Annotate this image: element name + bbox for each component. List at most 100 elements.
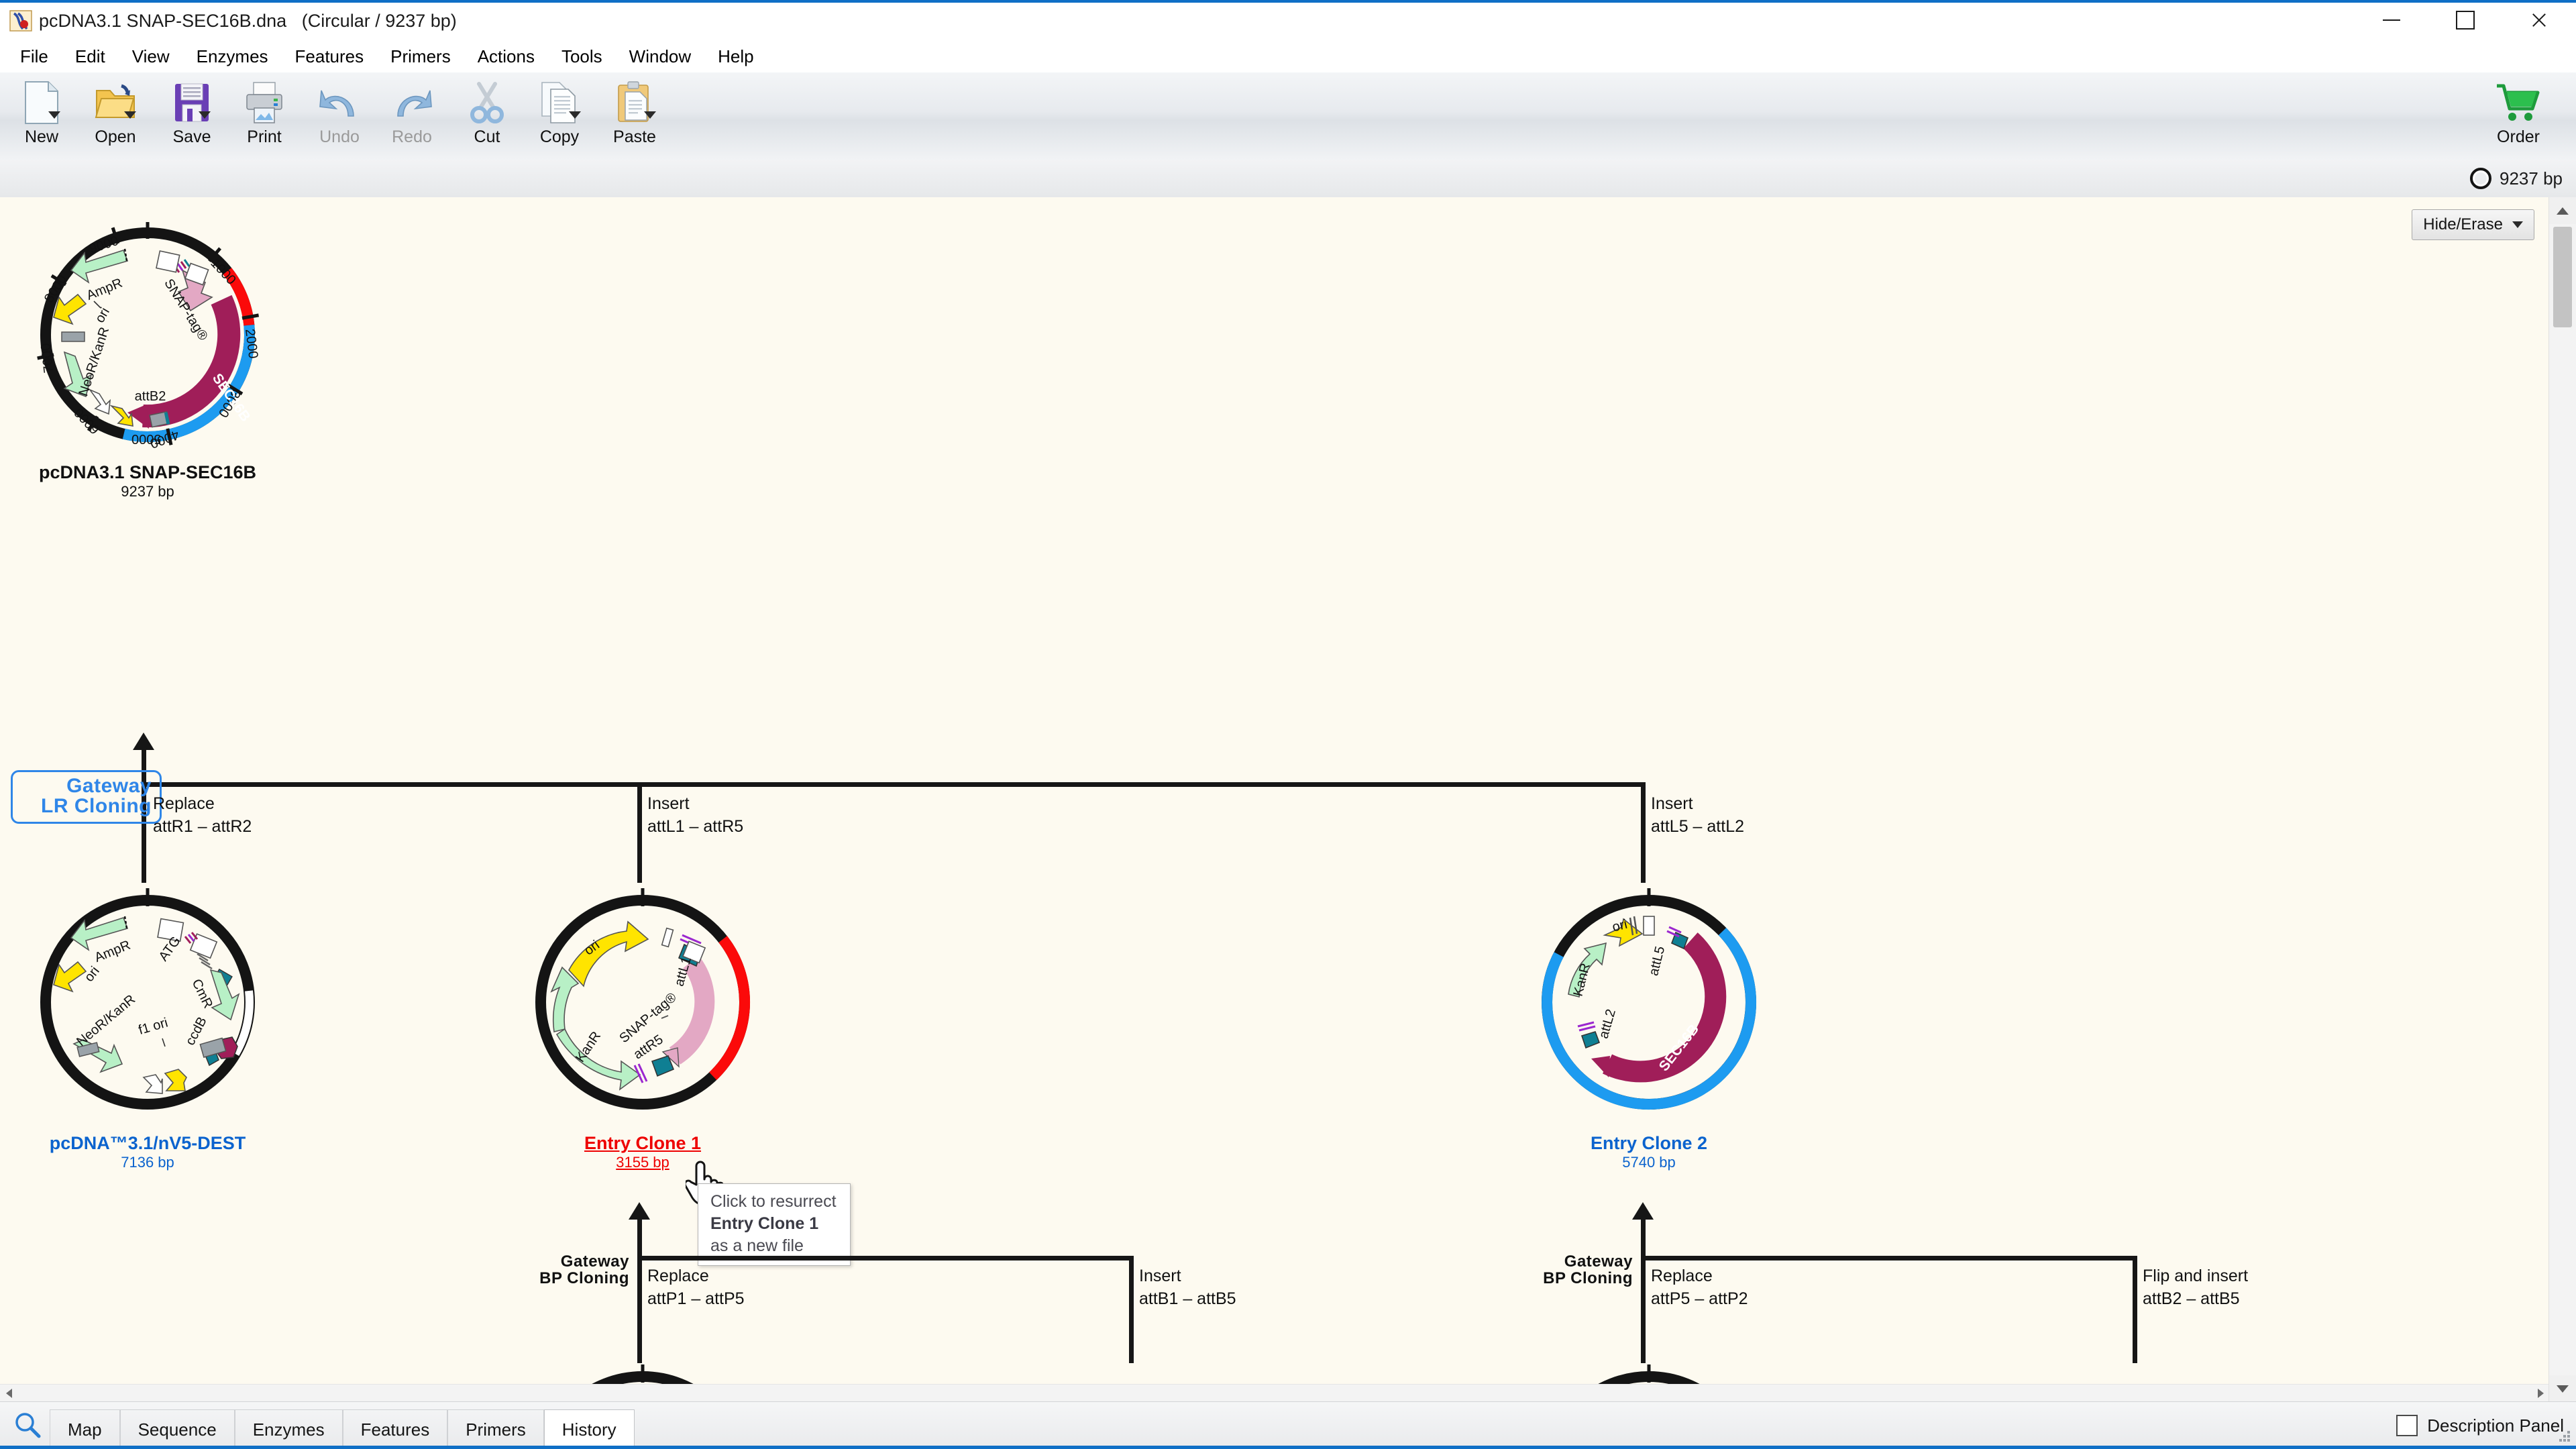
paste-button[interactable]: Paste [598,79,671,153]
cut-label: Cut [474,127,500,146]
order-button[interactable]: Order [2478,79,2559,153]
vertical-scrollbar[interactable] [2548,197,2576,1402]
lr-step-3: Insert attL5 – attL2 [1651,793,1744,839]
undo-button[interactable]: Undo [303,79,376,153]
open-label: Open [95,127,136,146]
bp2-rail-horizontal [1641,1256,2137,1260]
maximize-icon [2456,11,2475,30]
scissors-icon [468,79,506,126]
scroll-right-arrow-icon[interactable] [2532,1385,2549,1402]
tab-enzymes[interactable]: Enzymes [234,1409,343,1449]
bp1-rail-up [637,1218,642,1260]
menu-actions[interactable]: Actions [464,40,548,72]
description-panel-toggle[interactable]: Description Panel [2396,1415,2564,1436]
map-entry-clone-2[interactable]: SEC16B ori KanR attL5 attL2 Entry Clone … [1521,881,1776,1171]
svg-text:attL2: attL2 [1597,1008,1619,1040]
lr-step-1-sites: attR1 – attR2 [153,816,252,836]
menu-primers[interactable]: Primers [377,40,464,72]
paste-dropdown-caret[interactable] [644,111,656,119]
map-bp: 7136 bp [121,1154,174,1171]
open-button[interactable]: Open [79,79,152,153]
tab-sequence[interactable]: Sequence [119,1409,235,1449]
copy-dropdown-caret[interactable] [569,111,581,119]
lr-rail-down-2 [637,782,642,883]
close-button[interactable] [2502,0,2576,40]
lr-step-3-sites: attL5 – attL2 [1651,816,1745,836]
plasmid-circle-entry2: SEC16B ori KanR attL5 attL2 [1542,888,1756,1110]
tab-primers[interactable]: Primers [447,1409,544,1449]
new-dropdown-caret[interactable] [48,111,60,119]
lr-rail-down-3 [1641,782,1646,883]
map-label-entry2: Entry Clone 2 5740 bp [1521,1133,1776,1171]
window-subtitle: (Circular / 9237 bp) [301,11,457,31]
menu-file[interactable]: File [7,40,62,72]
tab-features[interactable]: Features [342,1409,448,1449]
maximize-button[interactable] [2428,0,2502,40]
menu-enzymes[interactable]: Enzymes [183,40,282,72]
minimize-icon [2383,19,2400,21]
close-icon [2530,11,2548,29]
menu-edit[interactable]: Edit [62,40,119,72]
bp2-step-1-sites: attP5 – attP2 [1651,1289,1748,1308]
tab-map[interactable]: Map [50,1409,120,1449]
menu-help[interactable]: Help [704,40,767,72]
redo-label: Redo [392,127,432,146]
map-pcdna31-nv5-dest[interactable]: AmpR ori ATG CmR ccdB f1 ori NeoR/KanR p… [20,881,275,1171]
title-bar: pcDNA3.1 SNAP-SEC16B.dna (Circular / 923… [0,0,2576,41]
menu-view[interactable]: View [119,40,183,72]
scroll-up-arrow-icon[interactable] [2549,197,2576,224]
gateway-lr-line2: LR Cloning [41,795,152,817]
tab-history[interactable]: History [543,1409,635,1449]
magnifier-icon[interactable] [9,1407,46,1444]
save-button[interactable]: Save [156,79,228,153]
scroll-left-arrow-icon[interactable] [0,1385,17,1402]
bp1-step-2: Insert attB1 – attB5 [1139,1265,1236,1311]
map-bp: 5740 bp [1622,1154,1676,1171]
minimize-button[interactable] [2355,0,2428,40]
menu-tools[interactable]: Tools [548,40,616,72]
bp1-arrow-up [629,1202,650,1220]
menu-bar: File Edit View Enzymes Features Primers … [0,40,2576,72]
lr-rail-horizontal [142,782,1644,787]
window-title: pcDNA3.1 SNAP-SEC16B.dna (Circular / 923… [39,9,457,32]
bp2-step-2-sites: attB2 – attB5 [2143,1289,2240,1308]
vertical-scrollbar-thumb[interactable] [2553,227,2572,327]
open-dropdown-caret[interactable] [124,111,136,119]
gateway-bp1-line2: BP Cloning [539,1269,629,1288]
gateway-bp-cloning-badge-right: Gateway BP Cloning [1505,1253,1633,1287]
bp1-step-2-action: Insert [1139,1267,1181,1285]
floppy-disk-icon [173,79,211,126]
open-folder-icon [95,79,136,126]
redo-arrow-icon [391,79,433,126]
print-button[interactable]: Print [228,79,301,153]
redo-button[interactable]: Redo [376,79,448,153]
bp1-step-1: Replace attP1 – attP5 [647,1265,745,1311]
save-dropdown-caret[interactable] [199,111,211,119]
new-button[interactable]: New [5,79,78,153]
svg-text:AmpR: AmpR [93,938,133,965]
copy-button[interactable]: Copy [523,79,596,153]
map-pcdna31-snap-sec16b[interactable]: 1000 2000 3000 4000 5000 6000 7000 8000 … [20,211,275,500]
map-bp[interactable]: 3155 bp [515,1154,770,1171]
resize-grip-icon[interactable] [2557,1429,2572,1444]
map-label-source: pcDNA3.1 SNAP-SEC16B 9237 bp [20,462,275,500]
lr-step-2-action: Insert [647,794,690,813]
scroll-down-arrow-icon[interactable] [2549,1375,2576,1402]
menu-window[interactable]: Window [616,40,704,72]
gateway-lr-line1: Gateway [66,775,152,797]
snapgene-window: pcDNA3.1 SNAP-SEC16B.dna (Circular / 923… [0,0,2576,1449]
plasmid-circle-source: 1000 2000 3000 4000 5000 6000 7000 8000 … [37,222,260,451]
bp2-step-1: Replace attP5 – attP2 [1651,1265,1748,1311]
bp1-rail-horizontal [637,1256,1134,1260]
map-entry-clone-1[interactable]: ori KanR attL1 SNAP-tag® attR5 Entry Clo… [515,881,770,1171]
horizontal-scrollbar[interactable] [0,1384,2549,1402]
hide-erase-button[interactable]: Hide/Erase [2412,209,2534,240]
map-name[interactable]: Entry Clone 1 [515,1133,770,1154]
bp1-step-1-sites: attP1 – attP5 [647,1289,745,1308]
bp1-rail-down-2 [1129,1256,1134,1363]
bp2-step-2: Flip and insert attB2 – attB5 [2143,1265,2248,1311]
description-panel-checkbox[interactable] [2396,1415,2418,1436]
cut-button[interactable]: Cut [451,79,523,153]
info-strip: 9237 bp [0,160,2576,198]
menu-features[interactable]: Features [282,40,378,72]
